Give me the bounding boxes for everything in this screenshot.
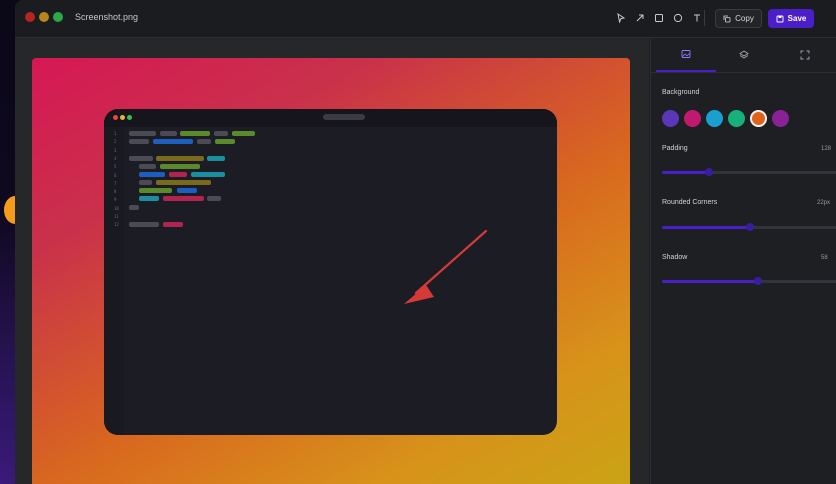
expand-icon — [800, 50, 810, 60]
layers-icon — [739, 50, 749, 59]
background-swatch[interactable] — [706, 110, 723, 127]
background-swatch[interactable] — [750, 110, 767, 127]
text-icon[interactable] — [689, 10, 704, 25]
save-icon — [776, 15, 784, 22]
arrow-annotation[interactable] — [404, 229, 544, 339]
background-swatch[interactable] — [684, 110, 701, 127]
padding-slider-knob[interactable] — [705, 168, 714, 176]
shadow-slider-knob[interactable] — [754, 277, 763, 285]
rounded-corners-slider-knob[interactable] — [745, 223, 754, 231]
line-number: 5 — [114, 164, 117, 170]
file-name: Screenshot.png — [75, 12, 139, 22]
minimize-window-button[interactable] — [39, 12, 49, 22]
toolbar-divider — [704, 10, 705, 26]
square-icon[interactable] — [651, 10, 666, 25]
shadow-slider-fill — [662, 280, 759, 283]
tab-background[interactable] — [656, 38, 716, 72]
line-number: 11 — [114, 214, 119, 219]
shadow-slider[interactable] — [662, 277, 836, 285]
background-swatch[interactable] — [662, 110, 679, 127]
line-number: 7 — [114, 180, 117, 186]
titlebar: Screenshot.png Copy Save — [15, 0, 836, 38]
line-number: 9 — [114, 197, 117, 203]
background-swatch[interactable] — [728, 110, 745, 127]
tab-expand[interactable] — [775, 38, 835, 72]
arrow-icon[interactable] — [632, 10, 647, 25]
line-number: 2 — [114, 139, 117, 145]
rounded-corners-label: Rounded Corners — [662, 199, 718, 206]
drawing-tools — [613, 10, 704, 25]
save-label: Save — [787, 14, 807, 23]
rounded-corners-value: 22px — [817, 200, 831, 206]
padding-slider-fill — [662, 171, 710, 174]
background-label: Background — [662, 89, 700, 96]
preview-minimize-dot — [120, 115, 125, 120]
maximize-window-button[interactable] — [53, 12, 63, 22]
panel-tabs — [651, 38, 836, 73]
rounded-corners-slider[interactable] — [662, 223, 836, 231]
padding-slider[interactable] — [662, 168, 836, 176]
copy-icon — [723, 15, 731, 22]
app-window: Screenshot.png Copy Save 1 2 3 4 5 6 7 8… — [15, 0, 836, 484]
screenshot-preview[interactable]: 1 2 3 4 5 6 7 8 9 10 11 12 — [104, 109, 557, 435]
copy-label: Copy — [735, 14, 754, 23]
line-number: 4 — [114, 155, 117, 161]
close-window-button[interactable] — [25, 12, 35, 22]
line-number: 6 — [114, 172, 117, 178]
line-number: 1 — [114, 131, 117, 136]
preview-titlebar — [104, 109, 557, 127]
background-gradient[interactable]: 1 2 3 4 5 6 7 8 9 10 11 12 — [32, 58, 630, 484]
copy-button[interactable]: Copy — [715, 9, 762, 28]
shadow-value: 58 — [821, 255, 828, 261]
preview-close-dot — [113, 115, 118, 120]
canvas-area[interactable]: 1 2 3 4 5 6 7 8 9 10 11 12 — [15, 38, 649, 484]
settings-panel: Background Padding 128 Rounded Corners 2… — [650, 38, 836, 484]
rounded-corners-slider-fill — [662, 226, 750, 229]
padding-value: 128 — [821, 146, 832, 152]
image-icon — [681, 50, 691, 58]
circle-icon[interactable] — [670, 10, 685, 25]
padding-label: Padding — [662, 145, 688, 152]
cursor-icon[interactable] — [613, 10, 628, 25]
preview-maximize-dot — [127, 115, 132, 120]
shadow-label: Shadow — [662, 254, 688, 261]
preview-tab-pill — [323, 114, 365, 120]
save-button[interactable]: Save — [768, 9, 814, 28]
background-swatch[interactable] — [772, 110, 789, 127]
tab-layers[interactable] — [714, 38, 774, 72]
line-number: 8 — [114, 189, 117, 195]
line-number: 10 — [114, 205, 119, 211]
line-number: 12 — [114, 222, 119, 228]
line-number: 3 — [114, 147, 117, 153]
